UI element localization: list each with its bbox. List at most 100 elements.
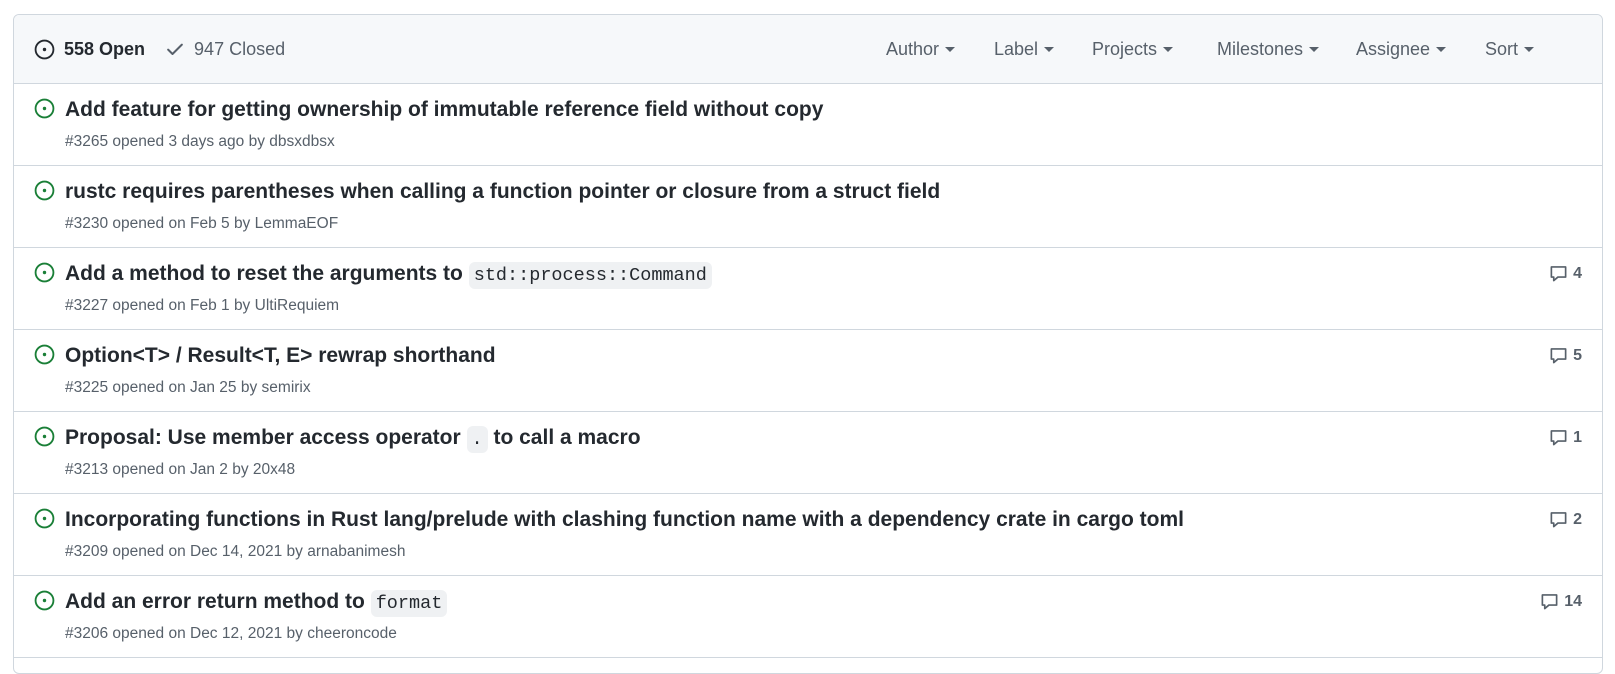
issue-title-link[interactable]: Proposal: Use member access operator . t… (65, 426, 641, 453)
caret-down-icon (1436, 47, 1447, 52)
author-filter[interactable]: Author (886, 15, 956, 84)
issue-title-link[interactable]: Option<T> / Result<T, E> rewrap shorthan… (65, 344, 496, 368)
issue-meta: #3265 opened 3 days ago by dbsxdbsx (65, 133, 335, 151)
comment-icon (1550, 348, 1567, 364)
issue-opened-icon (34, 508, 55, 529)
issue-title-text: rustc requires parentheses when calling … (65, 180, 941, 203)
issue-title-code: std::process::Command (468, 262, 712, 289)
issue-opened-icon (34, 426, 55, 447)
sort-filter-label: Sort (1485, 39, 1519, 59)
comment-icon (1550, 430, 1567, 446)
issue-title-link[interactable]: Add feature for getting ownership of imm… (65, 98, 823, 122)
issue-row: Proposal: Use member access operator . t… (14, 412, 1602, 494)
issue-opened-text: opened on Feb 1 by (112, 297, 251, 314)
issue-author-link[interactable]: arnabanimesh (307, 543, 405, 560)
issue-opened-icon (34, 98, 55, 119)
issue-row: Add an error return method to format #32… (14, 576, 1602, 658)
sort-filter[interactable]: Sort (1485, 15, 1535, 84)
projects-filter-label: Projects (1092, 39, 1158, 59)
issue-meta: #3206 opened on Dec 12, 2021 by cheeronc… (65, 625, 397, 643)
issue-number: #3227 (65, 297, 109, 314)
issue-opened-icon (34, 344, 55, 365)
issue-number: #3209 (65, 543, 109, 560)
issue-number: #3230 (65, 215, 109, 232)
assignee-filter[interactable]: Assignee (1356, 15, 1447, 84)
comments-link[interactable]: 2 (1549, 510, 1582, 529)
issue-author-link[interactable]: cheeroncode (307, 625, 397, 642)
issue-title-text: Option<T> / Result<T, E> rewrap shorthan… (65, 344, 496, 367)
comments-link[interactable]: 1 (1549, 428, 1582, 447)
issue-meta: #3213 opened on Jan 2 by 20x48 (65, 461, 295, 479)
issue-opened-text: opened on Dec 12, 2021 by (112, 625, 303, 642)
issues-list: 558 Open 947 Closed Author Label Project… (13, 14, 1603, 674)
issue-row: Add feature for getting ownership of imm… (14, 84, 1602, 166)
issue-opened-icon (34, 180, 55, 201)
label-filter[interactable]: Label (994, 15, 1055, 84)
issue-opened-text: opened on Jan 25 by (112, 379, 258, 396)
state-toggle: 558 Open 947 Closed (34, 39, 285, 60)
issues-list-header: 558 Open 947 Closed Author Label Project… (14, 15, 1602, 84)
caret-down-icon (945, 47, 956, 52)
issue-author-link[interactable]: dbsxdbsx (269, 133, 334, 150)
comment-count: 5 (1573, 346, 1582, 364)
issue-row: Option<T> / Result<T, E> rewrap shorthan… (14, 330, 1602, 412)
issue-title-text: Add an error return method to (65, 590, 365, 613)
milestones-filter-label: Milestones (1217, 39, 1304, 59)
closed-issues-link[interactable]: 947 Closed (165, 39, 285, 60)
issue-meta: #3227 opened on Feb 1 by UltiRequiem (65, 297, 339, 315)
milestones-filter[interactable]: Milestones (1217, 15, 1320, 84)
issue-rows: Add feature for getting ownership of imm… (14, 84, 1602, 658)
issue-opened-text: opened on Dec 14, 2021 by (112, 543, 303, 560)
comment-icon (1550, 512, 1567, 528)
assignee-filter-label: Assignee (1356, 39, 1431, 59)
issue-row: Add a method to reset the arguments to s… (14, 248, 1602, 330)
issue-title-code: format (370, 590, 448, 617)
issue-author-link[interactable]: LemmaEOF (255, 215, 339, 232)
issue-row: Incorporating functions in Rust lang/pre… (14, 494, 1602, 576)
issue-number: #3206 (65, 625, 109, 642)
issue-opened-text: opened on Feb 5 by (112, 215, 251, 232)
issue-meta: #3209 opened on Dec 14, 2021 by arnabani… (65, 543, 405, 561)
open-count: 558 Open (64, 38, 146, 59)
issue-author-link[interactable]: 20x48 (253, 461, 295, 478)
issue-opened-icon (34, 39, 55, 59)
projects-filter[interactable]: Projects (1092, 15, 1174, 84)
closed-count: 947 Closed (194, 38, 286, 59)
comment-count: 2 (1573, 510, 1582, 528)
check-icon (167, 43, 183, 55)
comments-link[interactable]: 14 (1540, 592, 1582, 611)
issue-number: #3225 (65, 379, 109, 396)
issue-title-text: Add feature for getting ownership of imm… (65, 98, 824, 121)
issue-meta: #3230 opened on Feb 5 by LemmaEOF (65, 215, 338, 233)
issue-opened-text: opened on Jan 2 by (112, 461, 249, 478)
comment-icon (1541, 594, 1558, 610)
issue-author-link[interactable]: semirix (262, 379, 311, 396)
issue-title-text: Proposal: Use member access operator (65, 426, 461, 449)
issue-title-link[interactable]: rustc requires parentheses when calling … (65, 180, 940, 204)
comment-count: 14 (1564, 592, 1582, 610)
comments-link[interactable]: 4 (1549, 264, 1582, 283)
issue-title-text: Add a method to reset the arguments to (65, 262, 463, 285)
label-filter-label: Label (994, 39, 1039, 59)
issue-opened-text: opened 3 days ago by (112, 133, 265, 150)
issue-opened-icon (34, 262, 55, 283)
comment-count: 4 (1573, 264, 1582, 282)
issue-title-link[interactable]: Add a method to reset the arguments to s… (65, 262, 712, 289)
issue-meta: #3225 opened on Jan 25 by semirix (65, 379, 311, 397)
caret-down-icon (1044, 47, 1055, 52)
issue-title-text-after: to call a macro (493, 426, 641, 449)
caret-down-icon (1163, 47, 1174, 52)
issue-title-link[interactable]: Incorporating functions in Rust lang/pre… (65, 508, 1184, 532)
issue-row: rustc requires parentheses when calling … (14, 166, 1602, 248)
author-filter-label: Author (886, 39, 940, 59)
comments-link[interactable]: 5 (1549, 346, 1582, 365)
issue-number: #3265 (65, 133, 109, 150)
open-issues-link[interactable]: 558 Open (34, 39, 145, 60)
comment-icon (1550, 266, 1567, 282)
issue-title-code: . (466, 426, 488, 453)
comment-count: 1 (1573, 428, 1582, 446)
issue-title-link[interactable]: Add an error return method to format (65, 590, 448, 617)
issue-title-text: Incorporating functions in Rust lang/pre… (65, 508, 1184, 531)
issue-author-link[interactable]: UltiRequiem (255, 297, 339, 314)
caret-down-icon (1524, 47, 1535, 52)
